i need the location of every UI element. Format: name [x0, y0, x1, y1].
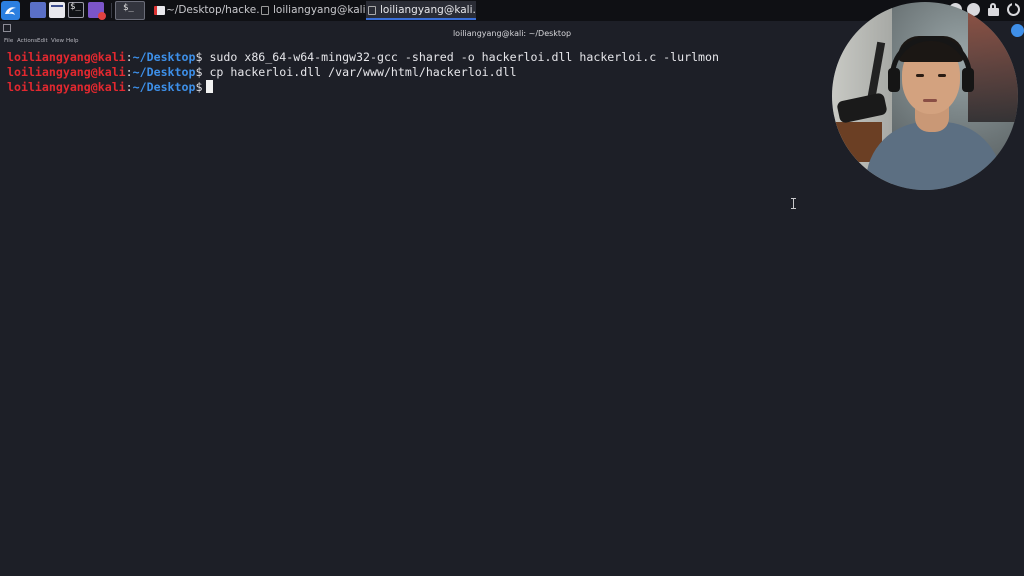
active-terminal-icon[interactable] [115, 1, 145, 20]
text-cursor[interactable] [206, 80, 214, 93]
prompt-path: ~/Desktop [132, 80, 196, 94]
webcam-overlay [832, 2, 1018, 190]
ibeam-cursor-icon [791, 198, 797, 209]
terminal-icon [368, 6, 376, 15]
menu-file[interactable]: File [4, 35, 13, 47]
task-terminal-1[interactable]: loiliangyang@kali... [259, 1, 367, 20]
prompt-separator: : [125, 80, 133, 94]
prompt-path: ~/Desktop [132, 65, 196, 79]
webcam-background [968, 12, 1018, 122]
kali-menu-icon[interactable] [1, 1, 20, 20]
terminal-launcher-icon[interactable] [68, 2, 84, 18]
menu-view[interactable]: View [51, 35, 64, 47]
prompt-symbol: $ [195, 80, 203, 94]
terminal-line: loiliangyang@kali:~/Desktop$ sudo x86_64… [7, 50, 719, 65]
file-manager-icon[interactable] [49, 2, 65, 18]
menu-help[interactable]: Help [66, 35, 79, 47]
prompt-path: ~/Desktop [132, 50, 196, 64]
window-icon[interactable] [3, 24, 11, 32]
task-label: ~/Desktop/hacke... [166, 4, 260, 16]
workspace-icon[interactable] [30, 2, 46, 18]
task-label: loiliangyang@kali... [273, 4, 367, 16]
presenter-eye-left [916, 74, 924, 77]
task-label: loiliangyang@kali... [380, 4, 476, 16]
prompt-user: loiliangyang@kali [7, 80, 126, 94]
command-text: sudo x86_64-w64-mingw32-gcc -shared -o h… [202, 50, 719, 64]
terminal-icon [261, 6, 269, 15]
taskbar-separator [111, 3, 112, 18]
menu-edit[interactable]: Edit [37, 35, 48, 47]
terminal-line: loiliangyang@kali:~/Desktop$ [7, 80, 214, 95]
prompt-separator: : [125, 65, 133, 79]
terminal-line: loiliangyang@kali:~/Desktop$ cp hackerlo… [7, 65, 517, 80]
task-terminal-2-active[interactable]: loiliangyang@kali... [366, 1, 476, 20]
firefox-icon[interactable] [88, 2, 106, 20]
editor-icon [154, 6, 165, 15]
headphone-cup-left [888, 68, 900, 92]
presenter-eye-right [938, 74, 946, 77]
command-text: cp hackerloi.dll /var/www/html/hackerloi… [202, 65, 517, 79]
headphone-cup-right [962, 68, 974, 92]
prompt-user: loiliangyang@kali [7, 65, 126, 79]
presenter-mouth [923, 99, 937, 102]
task-editor[interactable]: ~/Desktop/hacke... [152, 1, 260, 20]
menu-actions[interactable]: Actions [17, 35, 37, 47]
prompt-user: loiliangyang@kali [7, 50, 126, 64]
prompt-separator: : [125, 50, 133, 64]
